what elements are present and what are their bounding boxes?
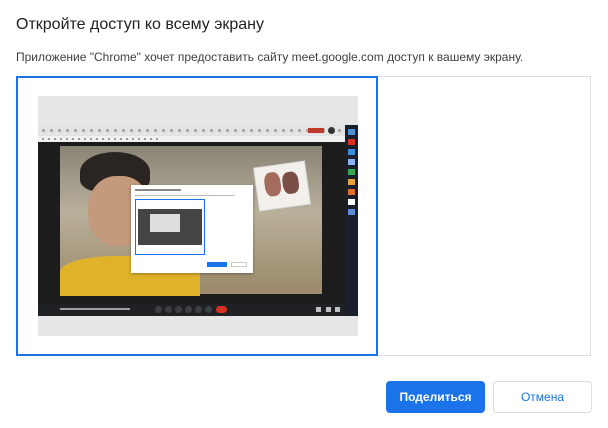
thumb-meet-controls — [38, 304, 345, 316]
dialog-subtitle: Приложение "Chrome" хочет предоставить с… — [16, 50, 524, 64]
screen-share-dialog: Откройте доступ ко всему экрану Приложен… — [0, 0, 608, 428]
thumb-browser-bar — [38, 125, 358, 136]
cancel-button[interactable]: Отмена — [493, 381, 592, 413]
thumb-taskbar-tray — [345, 304, 358, 316]
screen-source-tile[interactable] — [16, 76, 378, 356]
thumb-nested-share-dialog — [131, 185, 253, 273]
screen-thumbnail — [38, 96, 358, 336]
thumb-meet-window — [38, 142, 345, 304]
thumb-taskbar — [345, 125, 358, 304]
dialog-title: Откройте доступ ко всему экрану — [16, 16, 265, 33]
share-button[interactable]: Поделиться — [386, 381, 485, 413]
dialog-actions: Поделиться Отмена — [0, 365, 608, 428]
